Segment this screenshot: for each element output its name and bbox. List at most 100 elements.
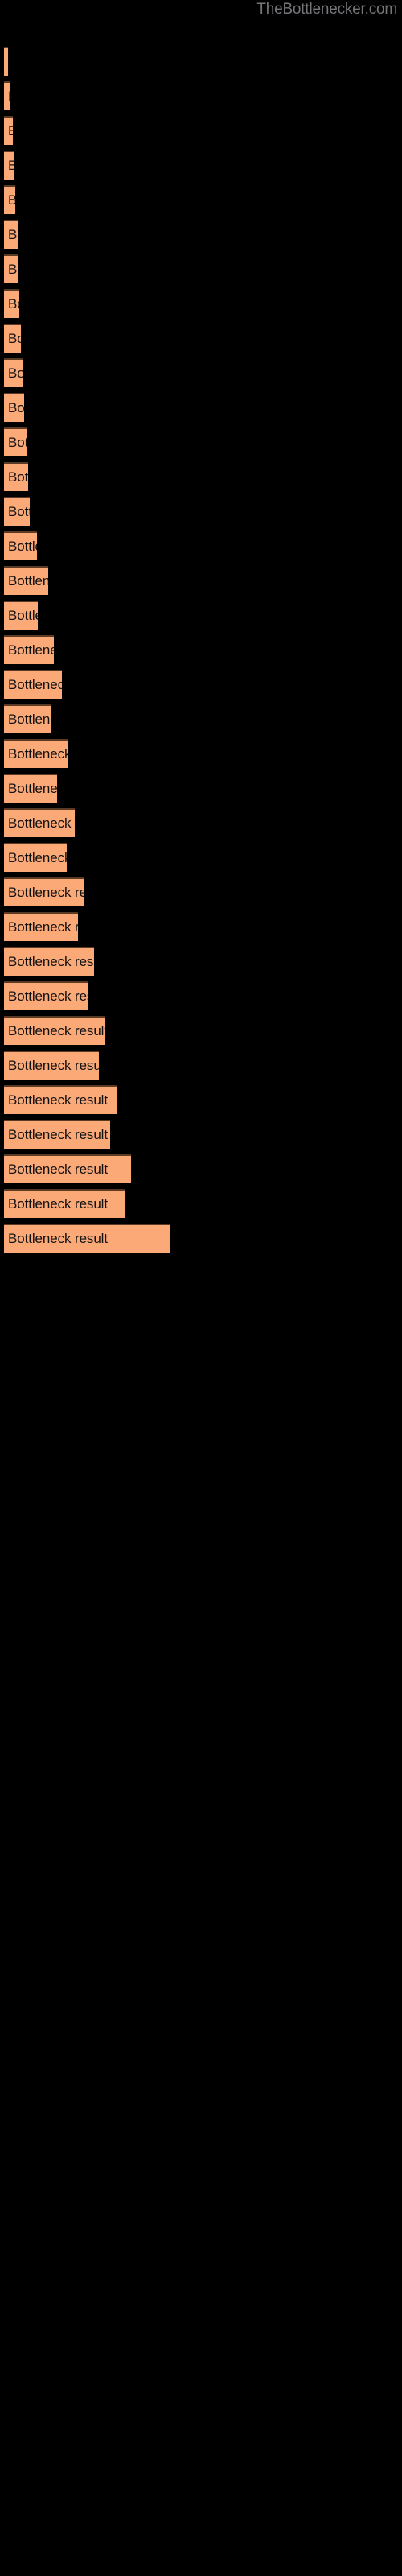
bar-row: Bottleneck result [0, 670, 402, 699]
bar-label: Bottleneck result [8, 469, 28, 485]
bar-label: Bottleneck result [8, 712, 51, 727]
bar-row: Bottleneck result [0, 497, 402, 526]
bar: Bottleneck result [4, 254, 18, 283]
bar-label: Bottleneck result [8, 365, 23, 381]
bar-row: Bottleneck result [0, 254, 402, 283]
bar-row: Bottleneck result [0, 1189, 402, 1218]
bar: Bottleneck result [4, 462, 28, 491]
bar-label: Bottleneck result [8, 1127, 108, 1142]
bar-label: Bottleneck result [8, 781, 57, 796]
bar: Bottleneck result [4, 220, 18, 249]
bar-row: Bottleneck result [0, 358, 402, 387]
bar-row: Bottleneck result [0, 462, 402, 491]
bar-row: Bottleneck result [0, 116, 402, 145]
plot-area: Bottleneck result Bottleneck result Bottle… [0, 0, 402, 2576]
bar: Bottleneck result [4, 635, 54, 664]
bar: Bottleneck result [4, 1120, 110, 1149]
bar-row: Bottleneck result [0, 185, 402, 214]
bar: Bottleneck result [4, 427, 27, 456]
bar: Bottleneck result [4, 116, 13, 145]
bar: Bottleneck result [4, 843, 67, 872]
bar-label: Bottleneck result [8, 227, 18, 242]
bar-label: Bottleneck result [8, 608, 38, 623]
bar-label: Bottleneck result [8, 504, 30, 519]
bar-label: Bottleneck result [8, 815, 75, 831]
bar: Bottleneck result [4, 1051, 99, 1080]
bar: Bottleneck result [4, 670, 62, 699]
bar-row: Bottleneck result [0, 808, 402, 837]
bar: Bottleneck result [4, 497, 30, 526]
bar: Bottleneck result [4, 324, 21, 353]
bar-label: Bottleneck result [8, 296, 19, 312]
bar-label: Bottleneck result [8, 746, 68, 762]
bar-row: Bottleneck result [0, 47, 402, 76]
bar-label: Bottleneck result [8, 850, 67, 865]
bar: Bottleneck result [4, 1085, 117, 1114]
bar-label: Bottleneck result [8, 919, 78, 935]
bar-label: Bottleneck result [8, 954, 94, 969]
bar-row: Bottleneck result [0, 1120, 402, 1149]
bar: Bottleneck result [4, 877, 84, 906]
bar: Bottleneck result [4, 1224, 170, 1253]
bar-row: Bottleneck result [0, 774, 402, 803]
bar: Bottleneck result [4, 1189, 125, 1218]
bar-label: Bottleneck result [8, 677, 62, 692]
bar-row: Bottleneck result [0, 220, 402, 249]
bar: Bottleneck result [4, 289, 19, 318]
bar: Bottleneck result [4, 912, 78, 941]
bar: Bottleneck result [4, 531, 37, 560]
bar-label: Bottleneck result [8, 885, 84, 900]
bar-label: Bottleneck result [8, 1058, 99, 1073]
bar-row: Bottleneck result [0, 566, 402, 595]
bar-row: Bottleneck result [0, 981, 402, 1010]
bar-label: Bottleneck result [8, 989, 88, 1004]
bar-label: Bottleneck result [8, 262, 18, 277]
bar-row: Bottleneck result [0, 601, 402, 630]
bar-row: Bottleneck result [0, 843, 402, 872]
bar-row: Bottleneck result [0, 704, 402, 733]
bar: Bottleneck result [4, 185, 15, 214]
bar-row: Bottleneck result [0, 393, 402, 422]
bar: Bottleneck result [4, 1016, 105, 1045]
bar-label: Bottleneck result [8, 642, 54, 658]
bar-row: Bottleneck result [0, 427, 402, 456]
bottleneck-bar-chart: TheBottlenecker.com Bottleneck resultBot… [0, 0, 402, 2576]
bar-label: Bottleneck result [8, 192, 15, 208]
bar-row: Bottleneck result [0, 1085, 402, 1114]
bar-row: Bottleneck result [0, 531, 402, 560]
bar-row: Bottleneck result [0, 947, 402, 976]
bar: Bottleneck result [4, 774, 57, 803]
bar-row: Bottleneck result [0, 739, 402, 768]
bar-label: Bottleneck result [8, 1023, 105, 1038]
bar: Bottleneck result [4, 808, 75, 837]
bar: Bottleneck result [4, 981, 88, 1010]
bar-row: Bottleneck result [0, 324, 402, 353]
bar-label: Bottleneck result [8, 1092, 108, 1108]
bar: Bottleneck result [4, 601, 38, 630]
bar-row: Bottleneck result [0, 151, 402, 180]
bar-label: Bottleneck result [8, 1231, 108, 1246]
bar-label: Bottleneck result [8, 573, 48, 588]
bar: Bottleneck result [4, 47, 8, 76]
bar-label: Bottleneck result [8, 89, 10, 105]
bar: Bottleneck result [4, 358, 23, 387]
bar-label: Bottleneck result [8, 1196, 108, 1212]
bar: Bottleneck result [4, 947, 94, 976]
bar-label: Bottleneck result [8, 400, 24, 415]
bar-row: Bottleneck result [0, 1016, 402, 1045]
bar-label: Bottleneck result [8, 435, 27, 450]
bar-row: Bottleneck result [0, 289, 402, 318]
bar: Bottleneck result [4, 739, 68, 768]
bar: Bottleneck result [4, 393, 24, 422]
bar-label: Bottleneck result [8, 1162, 108, 1177]
bar-row: Bottleneck result [0, 877, 402, 906]
bar-row: Bottleneck result [0, 1224, 402, 1253]
bar: Bottleneck result [4, 1154, 131, 1183]
bar-row: Bottleneck result [0, 912, 402, 941]
bar-row: Bottleneck result [0, 81, 402, 110]
bar-label: Bottleneck result [8, 123, 13, 139]
bar-label: Bottleneck result [8, 331, 21, 346]
bar-label: Bottleneck result [8, 539, 37, 554]
bar-label: Bottleneck result [8, 158, 14, 174]
bar: Bottleneck result [4, 151, 14, 180]
